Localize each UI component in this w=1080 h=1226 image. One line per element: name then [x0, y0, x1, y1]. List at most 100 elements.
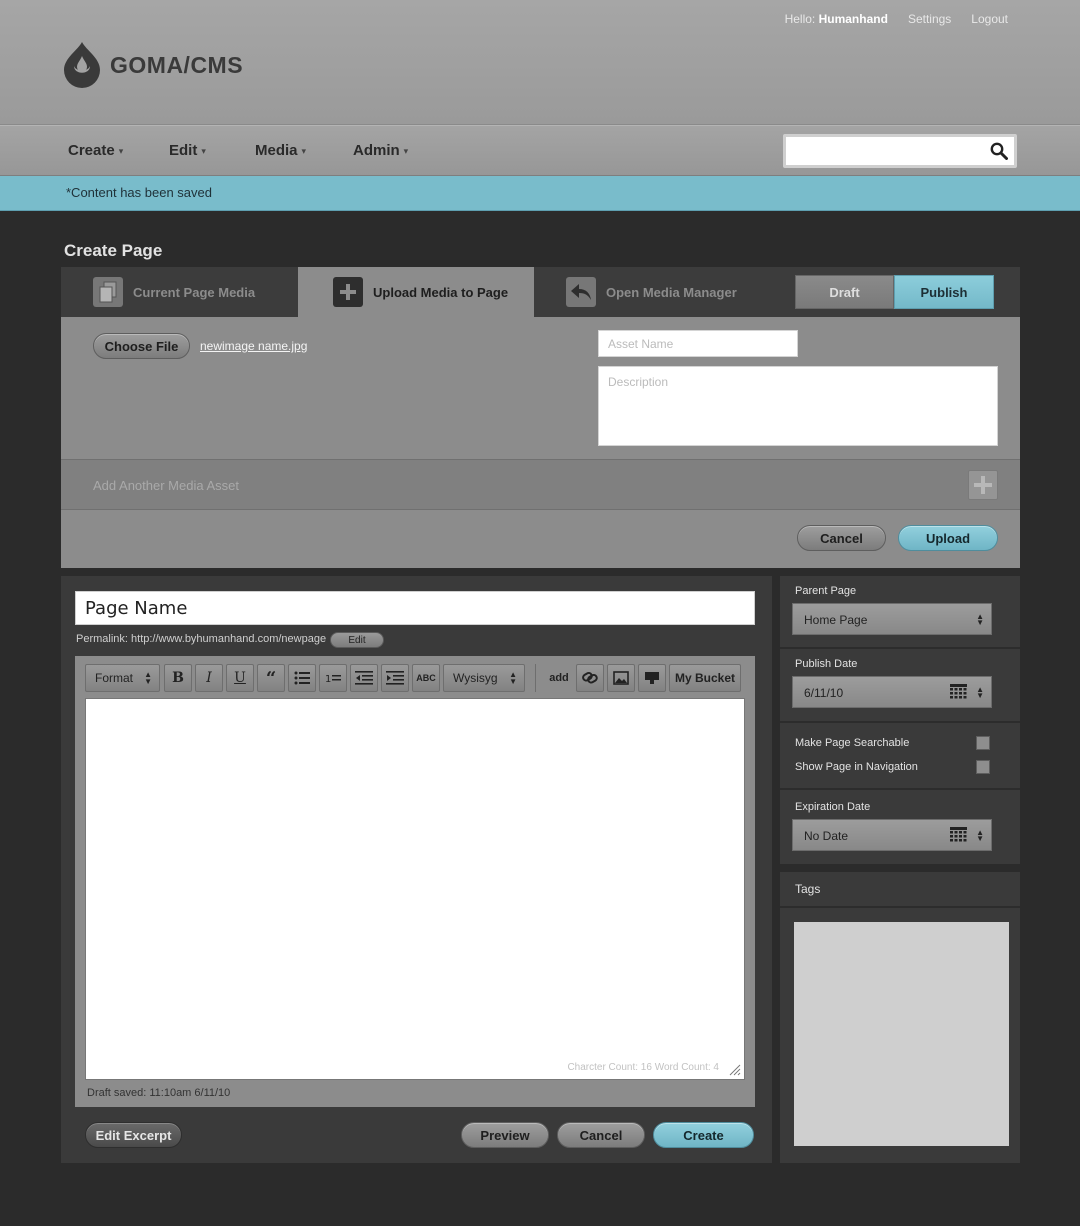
- expiration-date-label: Expiration Date: [795, 801, 871, 813]
- caret-down-icon: ▾: [301, 145, 307, 156]
- add-button[interactable]: add: [544, 664, 574, 692]
- tags-input[interactable]: [794, 922, 1009, 1146]
- media-embed-button[interactable]: [638, 664, 666, 692]
- nav-edit-label: Edit: [169, 142, 198, 159]
- search-input[interactable]: [786, 137, 976, 163]
- editor-body[interactable]: [85, 698, 745, 1080]
- character-word-count: Charcter Count: 16 Word Count: 4: [567, 1062, 719, 1073]
- updown-icon: ▲ ▼: [976, 685, 984, 700]
- logout-link[interactable]: Logout: [971, 12, 1008, 26]
- username: Humanhand: [818, 12, 888, 26]
- blockquote-button[interactable]: “: [257, 664, 285, 692]
- divider: [780, 788, 1020, 790]
- underline-button[interactable]: U: [226, 664, 254, 692]
- tab-label: Current Page Media: [133, 284, 256, 300]
- divider: [780, 721, 1020, 723]
- updown-icon: ▲ ▼: [976, 828, 984, 843]
- app-header: Hello: Humanhand Settings Logout GOMA/CM…: [0, 0, 1080, 125]
- nav-edit[interactable]: Edit ▾: [169, 142, 206, 159]
- image-icon: [613, 671, 629, 685]
- permalink: Permalink: http://www.byhumanhand.com/ne…: [76, 633, 327, 645]
- outdent-button[interactable]: [350, 664, 378, 692]
- upload-button[interactable]: Upload: [898, 525, 998, 551]
- search-icon[interactable]: [990, 142, 1008, 160]
- asset-name-input[interactable]: [598, 330, 798, 357]
- tab-open-media-manager[interactable]: Open Media Manager: [566, 267, 737, 317]
- link-icon: [582, 672, 598, 684]
- edit-excerpt-button[interactable]: Edit Excerpt: [85, 1122, 182, 1148]
- outdent-icon: [355, 671, 373, 685]
- nav-create[interactable]: Create ▾: [68, 142, 123, 159]
- cancel-button[interactable]: Cancel: [557, 1122, 645, 1148]
- indent-button[interactable]: [381, 664, 409, 692]
- resize-grip-icon[interactable]: [729, 1064, 741, 1076]
- edit-permalink-button[interactable]: Edit: [330, 632, 384, 648]
- bullet-list-button[interactable]: [288, 664, 316, 692]
- copy-icon: [93, 277, 123, 307]
- file-name-link[interactable]: newimage name.jpg: [200, 339, 307, 353]
- expiration-date-select[interactable]: No Date ▲ ▼: [792, 819, 992, 851]
- publish-date-select[interactable]: 6/11/10 ▲ ▼: [792, 676, 992, 708]
- choose-file-button[interactable]: Choose File: [93, 333, 190, 359]
- page-settings-panel: Parent Page Home Page ▲ ▼ Publish Date 6/…: [780, 576, 1020, 864]
- add-asset-label: Add Another Media Asset: [93, 478, 239, 493]
- tags-panel: Tags: [780, 872, 1020, 1163]
- svg-text:1: 1: [325, 674, 331, 685]
- updown-icon: ▲ ▼: [976, 612, 984, 627]
- spellcheck-button[interactable]: ABC: [412, 664, 440, 692]
- expiration-date-value: No Date: [804, 829, 849, 843]
- tab-label: Open Media Manager: [606, 284, 737, 300]
- calendar-icon: [950, 827, 967, 842]
- draft-toggle[interactable]: Draft: [795, 275, 894, 309]
- parent-page-select[interactable]: Home Page ▲ ▼: [792, 603, 992, 635]
- tab-label: Upload Media to Page: [373, 284, 509, 300]
- searchable-label: Make Page Searchable: [795, 737, 910, 749]
- draft-saved-status: Draft saved: 11:10am 6/11/10: [87, 1087, 231, 1099]
- greeting: Hello: Humanhand: [785, 12, 888, 26]
- bold-button[interactable]: B: [164, 664, 192, 692]
- video-icon: [645, 672, 659, 684]
- page-title: Create Page: [64, 241, 163, 260]
- format-select[interactable]: Format ▲ ▼: [85, 664, 160, 692]
- flash-message: *Content has been saved: [0, 176, 1080, 211]
- add-asset-button[interactable]: [968, 470, 998, 500]
- plus-icon: [974, 476, 992, 494]
- updown-icon: ▲ ▼: [509, 670, 517, 686]
- numbered-list-button[interactable]: 1: [319, 664, 347, 692]
- plus-icon: [333, 277, 363, 307]
- nav-media[interactable]: Media ▾: [255, 142, 306, 159]
- italic-button[interactable]: I: [195, 664, 223, 692]
- logo[interactable]: GOMA/CMS: [62, 42, 243, 88]
- image-button[interactable]: [607, 664, 635, 692]
- searchable-checkbox[interactable]: [976, 736, 990, 750]
- show-nav-checkbox[interactable]: [976, 760, 990, 774]
- nav-create-label: Create: [68, 142, 115, 159]
- indent-icon: [386, 671, 404, 685]
- my-bucket-button[interactable]: My Bucket: [669, 664, 741, 692]
- nav-admin-label: Admin: [353, 142, 400, 159]
- tab-current-page-media[interactable]: Current Page Media: [93, 267, 255, 317]
- tab-upload-media[interactable]: Upload Media to Page: [298, 267, 534, 317]
- settings-link[interactable]: Settings: [908, 12, 951, 26]
- main-nav: Create ▾ Edit ▾ Media ▾ Admin ▾: [0, 125, 1080, 176]
- description-input[interactable]: [598, 366, 998, 446]
- link-button[interactable]: [576, 664, 604, 692]
- rich-text-editor: Format ▲▼ B I U “ 1 ABC Wysisyg ▲▼ add: [75, 656, 755, 1107]
- toolbar-divider: [535, 664, 536, 692]
- editor-mode-select[interactable]: Wysisyg ▲ ▼: [443, 664, 525, 692]
- tags-label: Tags: [780, 872, 1020, 908]
- greeting-prefix: Hello:: [784, 12, 816, 26]
- divider: [780, 647, 1020, 649]
- calendar-icon: [950, 684, 967, 699]
- editor-panel: Permalink: http://www.byhumanhand.com/ne…: [61, 576, 772, 1163]
- cancel-upload-button[interactable]: Cancel: [797, 525, 886, 551]
- create-button[interactable]: Create: [653, 1122, 754, 1148]
- page-name-input[interactable]: [75, 591, 755, 625]
- caret-down-icon: ▾: [118, 145, 124, 156]
- caret-down-icon: ▾: [403, 145, 409, 156]
- publish-toggle[interactable]: Publish: [894, 275, 994, 309]
- editor-mode-label: Wysisyg: [453, 671, 498, 685]
- preview-button[interactable]: Preview: [461, 1122, 549, 1148]
- caret-down-icon: ▾: [201, 145, 206, 156]
- nav-admin[interactable]: Admin ▾: [353, 142, 408, 159]
